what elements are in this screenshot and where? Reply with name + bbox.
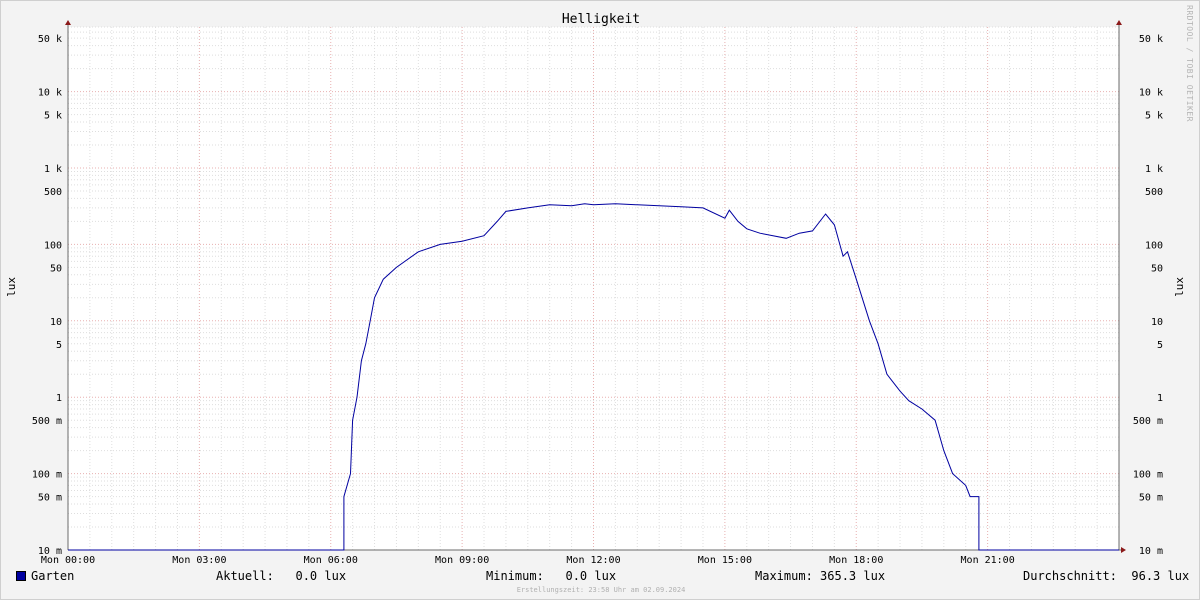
- x-axis-arrow: [1121, 547, 1126, 553]
- y-tick-label-right: 5: [1157, 340, 1163, 351]
- y-axis-arrow-left: [65, 20, 71, 25]
- y-tick-label-right: 10: [1151, 317, 1163, 328]
- x-tick-label: Mon 03:00: [172, 555, 226, 566]
- y-tick-label-left: 5 k: [44, 111, 62, 122]
- creation-time: Erstellungszeit: 23:58 Uhr am 02.09.2024: [516, 586, 686, 594]
- x-tick-label: Mon 12:00: [566, 555, 620, 566]
- x-tick-label: Mon 21:00: [961, 555, 1015, 566]
- legend-maximum: Maximum: 365.3 lux: [755, 569, 886, 583]
- legend-average: Durchschnitt: 96.3 lux: [1023, 569, 1190, 583]
- legend-swatch-garten: [16, 571, 26, 581]
- legend-minimum: Minimum: 0.0 lux: [486, 569, 617, 583]
- x-tick-label: Mon 00:00: [41, 555, 95, 566]
- x-tick-label: Mon 06:00: [304, 555, 358, 566]
- y-tick-label-left: 10 k: [38, 88, 62, 99]
- y-tick-label-left: 10: [50, 317, 62, 328]
- y-tick-label-right: 50 m: [1139, 493, 1163, 504]
- x-tick-label: Mon 18:00: [829, 555, 883, 566]
- chart-frame: Helligkeit RRDTOOL / TOBI OETIKER lux lu…: [0, 0, 1200, 600]
- y-tick-label-left: 500 m: [32, 416, 62, 427]
- y-axis-arrow-right: [1116, 20, 1122, 25]
- legend-current: Aktuell: 0.0 lux: [216, 569, 347, 583]
- y-tick-label-right: 10 m: [1139, 546, 1163, 557]
- y-tick-label-left: 1 k: [44, 164, 62, 175]
- y-tick-label-right: 500: [1145, 187, 1163, 198]
- y-tick-label-left: 50 k: [38, 34, 62, 45]
- y-tick-label-left: 100 m: [32, 470, 62, 481]
- y-tick-label-right: 50 k: [1139, 34, 1163, 45]
- y-tick-label-right: 500 m: [1133, 416, 1163, 427]
- y-tick-label-left: 50: [50, 263, 62, 274]
- legend-series-name: Garten: [31, 569, 75, 583]
- y-tick-label-right: 1 k: [1145, 164, 1163, 175]
- y-tick-label-left: 1: [56, 393, 62, 404]
- y-tick-label-right: 5 k: [1145, 111, 1163, 122]
- y-tick-label-left: 5: [56, 340, 62, 351]
- x-tick-label: Mon 09:00: [435, 555, 489, 566]
- plot-area: 10 m 10 m50 m 50 m100 m 100 m500 m 500 m1 15 5…: [32, 20, 1163, 566]
- y-tick-label-right: 50: [1151, 263, 1163, 274]
- y-tick-label-left: 100: [44, 240, 62, 251]
- y-tick-label-left: 500: [44, 187, 62, 198]
- y-tick-label-left: 50 m: [38, 493, 62, 504]
- y-tick-label-right: 10 k: [1139, 88, 1163, 99]
- y-tick-label-right: 100: [1145, 240, 1163, 251]
- x-tick-label: Mon 15:00: [698, 555, 752, 566]
- y-tick-label-right: 100 m: [1133, 470, 1163, 481]
- y-tick-label-right: 1: [1157, 393, 1163, 404]
